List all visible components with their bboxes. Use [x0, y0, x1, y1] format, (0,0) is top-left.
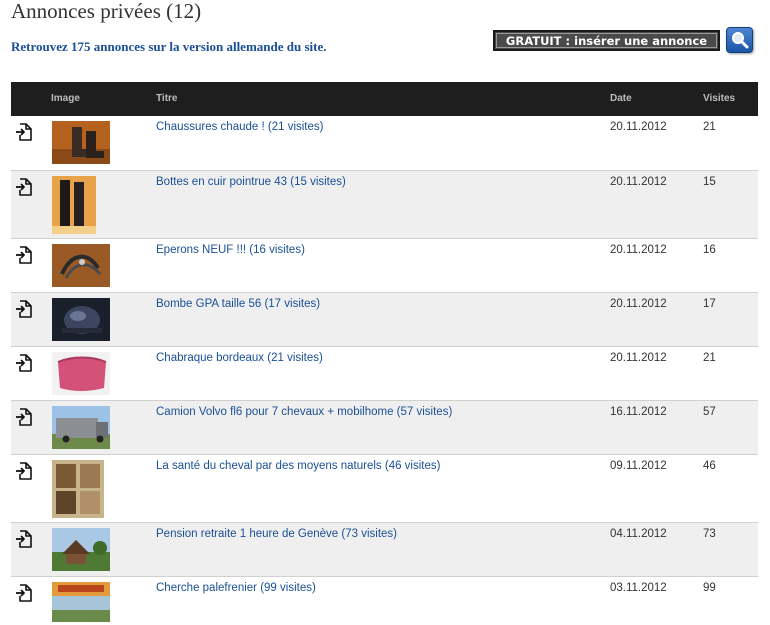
table-row: Cherche palefrenier (99 visites) 03.11.2…: [11, 577, 758, 625]
listing-date: 20.11.2012: [610, 298, 667, 310]
document-arrow-icon[interactable]: [14, 529, 34, 549]
listing-title-link[interactable]: Camion Volvo fl6 pour 7 chevaux + mobilh…: [156, 406, 452, 418]
listing-visits: 16: [703, 244, 716, 256]
column-header-visits: Visites: [703, 93, 736, 104]
listing-visits: 99: [703, 582, 716, 594]
listing-title-link[interactable]: Cherche palefrenier (99 visites): [156, 582, 316, 594]
listing-visits: 57: [703, 406, 716, 418]
table-row: La santé du cheval par des moyens nature…: [11, 455, 758, 523]
search-icon: [731, 32, 748, 49]
page-title: Annonces privées (12): [11, 0, 202, 23]
german-site-link[interactable]: Retrouvez 175 annonces sur la version al…: [11, 39, 327, 55]
listing-thumbnail[interactable]: [52, 298, 110, 341]
listing-title-link[interactable]: Chaussures chaude ! (21 visites): [156, 121, 323, 133]
listing-date: 20.11.2012: [610, 244, 667, 256]
document-arrow-icon[interactable]: [14, 583, 34, 603]
listing-thumbnail[interactable]: [52, 176, 96, 234]
listing-title-link[interactable]: La santé du cheval par des moyens nature…: [156, 460, 440, 472]
listing-date: 20.11.2012: [610, 176, 667, 188]
table-row: Eperons NEUF !!! (16 visites) 20.11.2012…: [11, 239, 758, 293]
column-header-image: Image: [51, 93, 80, 104]
table-row: Chabraque bordeaux (21 visites) 20.11.20…: [11, 347, 758, 401]
table-row: Pension retraite 1 heure de Genève (73 v…: [11, 523, 758, 577]
document-arrow-icon[interactable]: [14, 407, 34, 427]
listing-visits: 73: [703, 528, 716, 540]
listing-title-link[interactable]: Eperons NEUF !!! (16 visites): [156, 244, 305, 256]
column-header-title: Titre: [156, 93, 178, 104]
listing-visits: 21: [703, 121, 716, 133]
insert-ad-button[interactable]: GRATUIT : insérer une annonce: [493, 30, 720, 51]
table-row: Camion Volvo fl6 pour 7 chevaux + mobilh…: [11, 401, 758, 455]
listing-visits: 21: [703, 352, 716, 364]
column-header-date: Date: [610, 93, 632, 104]
listing-title-link[interactable]: Chabraque bordeaux (21 visites): [156, 352, 323, 364]
listing-title-link[interactable]: Bottes en cuir pointrue 43 (15 visites): [156, 176, 346, 188]
listing-thumbnail[interactable]: [52, 406, 110, 449]
listing-thumbnail[interactable]: [52, 352, 110, 395]
document-arrow-icon[interactable]: [14, 299, 34, 319]
document-arrow-icon[interactable]: [14, 461, 34, 481]
document-arrow-icon[interactable]: [14, 353, 34, 373]
listing-title-link[interactable]: Pension retraite 1 heure de Genève (73 v…: [156, 528, 397, 540]
document-arrow-icon[interactable]: [14, 122, 34, 142]
listing-date: 20.11.2012: [610, 352, 667, 364]
table-header: Image Titre Date Visites: [11, 82, 758, 116]
listing-date: 09.11.2012: [610, 460, 667, 472]
ads-table: Image Titre Date Visites Chaussures chau…: [11, 82, 758, 625]
listing-date: 03.11.2012: [610, 582, 667, 594]
listing-thumbnail[interactable]: [52, 244, 110, 287]
table-row: Bottes en cuir pointrue 43 (15 visites) …: [11, 171, 758, 239]
document-arrow-icon[interactable]: [14, 245, 34, 265]
listing-visits: 17: [703, 298, 716, 310]
listing-thumbnail[interactable]: [52, 528, 110, 571]
listing-visits: 46: [703, 460, 716, 472]
listing-title-link[interactable]: Bombe GPA taille 56 (17 visites): [156, 298, 320, 310]
table-row: Bombe GPA taille 56 (17 visites) 20.11.2…: [11, 293, 758, 347]
listing-thumbnail[interactable]: [52, 460, 104, 518]
table-row: Chaussures chaude ! (21 visites) 20.11.2…: [11, 116, 758, 171]
document-arrow-icon[interactable]: [14, 177, 34, 197]
listing-date: 16.11.2012: [610, 406, 667, 418]
listing-date: 20.11.2012: [610, 121, 667, 133]
listing-visits: 15: [703, 176, 716, 188]
listing-thumbnail[interactable]: [52, 582, 110, 622]
listing-thumbnail[interactable]: [52, 121, 110, 164]
search-button[interactable]: [726, 27, 753, 53]
listing-date: 04.11.2012: [610, 528, 667, 540]
